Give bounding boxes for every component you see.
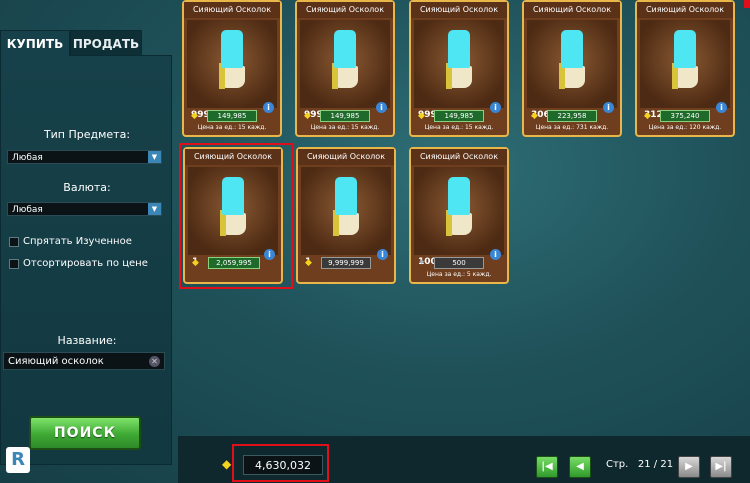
name-search-value: Сияющий осколок [8, 356, 104, 367]
listing-title: Сияющий Осколок [184, 2, 280, 18]
listing-title: Сияющий Осколок [298, 149, 394, 165]
window-corner-marker [744, 0, 750, 8]
name-label: Название: [57, 334, 117, 347]
listing-card[interactable]: Сияющий Осколок 1 i ◆ 9,999,999 [296, 147, 396, 284]
listing-price: 500 [434, 257, 484, 269]
tab-buy[interactable]: КУПИТЬ [0, 30, 70, 56]
listing-card[interactable]: Сияющий Осколок 9999 i ◆ 149,985 Цена за … [409, 0, 509, 137]
next-page-button[interactable]: ▶ [678, 456, 700, 478]
hide-learned-checkbox[interactable]: Спрятать Изученное [9, 236, 132, 247]
page-label: Стр. [606, 459, 629, 470]
listing-title: Сияющий Осколок [297, 2, 393, 18]
last-page-icon: ▶| [715, 461, 727, 472]
prev-page-button[interactable]: ◀ [569, 456, 591, 478]
listing-card[interactable]: Сияющий Осколок 100 i ✦ 500 Цена за ед.: … [409, 147, 509, 284]
shard-icon [332, 30, 358, 92]
unit-price: Цена за ед.: 15 кажд. [197, 124, 267, 131]
listing-price: 9,999,999 [321, 257, 371, 269]
page-value: 21 / 21 [637, 459, 674, 470]
item-type-label: Тип Предмета: [43, 128, 131, 141]
chevron-down-icon: ▼ [148, 203, 161, 215]
listing-title: Сияющий Осколок [411, 2, 507, 18]
listing-card[interactable]: Сияющий Осколок 306 i ◆ 223,958 Цена за е… [522, 0, 622, 137]
coin-icon: ◆ [222, 457, 232, 471]
shard-icon [446, 177, 472, 239]
unit-price: Цена за ед.: 15 кажд. [310, 124, 380, 131]
app-logo-icon: R [6, 447, 30, 473]
listing-price: 149,985 [434, 110, 484, 122]
prev-page-icon: ◀ [576, 461, 584, 472]
item-image: 9999 i [187, 20, 277, 120]
coin-icon: ◆ [191, 111, 198, 121]
unit-price: Цена за ед.: 731 кажд. [535, 124, 609, 131]
listing-card[interactable]: Сияющий Осколок 9999 i ◆ 149,985 Цена за … [182, 0, 282, 137]
listing-title: Сияющий Осколок [524, 2, 620, 18]
shard-icon [333, 177, 359, 239]
page-indicator: Стр. 21 / 21 [606, 459, 673, 470]
listing-card[interactable]: Сияющий Осколок 9999 i ◆ 149,985 Цена за … [295, 0, 395, 137]
coin-icon: ◆ [644, 111, 651, 121]
name-search-input[interactable]: Сияющий осколок ✕ [3, 352, 165, 370]
checkbox-box[interactable] [9, 236, 19, 247]
item-image: 3127 i [640, 20, 730, 120]
currency-label: Валюта: [63, 181, 111, 194]
sort-by-price-label: Отсортировать по цене [23, 258, 148, 269]
chevron-down-icon: ▼ [148, 151, 161, 163]
listing-price: 149,985 [207, 110, 257, 122]
item-type-select[interactable]: Любая ▼ [7, 150, 162, 164]
listing-price: 375,240 [660, 110, 710, 122]
currency-value: Любая [12, 205, 43, 215]
clear-icon[interactable]: ✕ [149, 356, 160, 367]
shard-icon [219, 30, 245, 92]
balance-highlight [232, 444, 329, 482]
checkbox-box[interactable] [9, 258, 19, 269]
item-image: 100 i [414, 167, 504, 267]
last-page-button[interactable]: ▶| [710, 456, 732, 478]
tab-sell[interactable]: ПРОДАТЬ [70, 30, 142, 56]
listing-title: Сияющий Осколок [411, 149, 507, 165]
first-page-button[interactable]: |◀ [536, 456, 558, 478]
item-type-value: Любая [12, 153, 43, 163]
currency-icon: ✦ [418, 258, 426, 268]
coin-icon: ◆ [531, 111, 538, 121]
currency-select[interactable]: Любая ▼ [7, 202, 162, 216]
item-image: 306 i [527, 20, 617, 120]
next-page-icon: ▶ [685, 461, 693, 472]
unit-price: Цена за ед.: 15 кажд. [424, 124, 494, 131]
coin-icon: ◆ [418, 111, 425, 121]
item-image: 1 i [301, 167, 391, 267]
hide-learned-label: Спрятать Изученное [23, 236, 132, 247]
listing-title: Сияющий Осколок [637, 2, 733, 18]
sort-by-price-checkbox[interactable]: Отсортировать по цене [9, 258, 148, 269]
coin-icon: ◆ [305, 258, 312, 268]
filter-panel: Тип Предмета: Любая ▼ Валюта: Любая ▼ Сп… [0, 55, 172, 465]
unit-price: Цена за ед.: 120 кажд. [648, 124, 722, 131]
shard-icon [672, 30, 698, 92]
shard-icon [446, 30, 472, 92]
first-page-icon: |◀ [541, 461, 553, 472]
selected-listing-highlight [179, 143, 293, 289]
unit-price: Цена за ед.: 5 кажд. [426, 271, 492, 278]
listing-price: 223,958 [547, 110, 597, 122]
shard-icon [559, 30, 585, 92]
coin-icon: ◆ [304, 111, 311, 121]
item-image: 9999 i [300, 20, 390, 120]
listing-price: 149,985 [320, 110, 370, 122]
search-button[interactable]: ПОИСК [29, 416, 141, 450]
item-image: 9999 i [414, 20, 504, 120]
listing-card[interactable]: Сияющий Осколок 3127 i ◆ 375,240 Цена за … [635, 0, 735, 137]
